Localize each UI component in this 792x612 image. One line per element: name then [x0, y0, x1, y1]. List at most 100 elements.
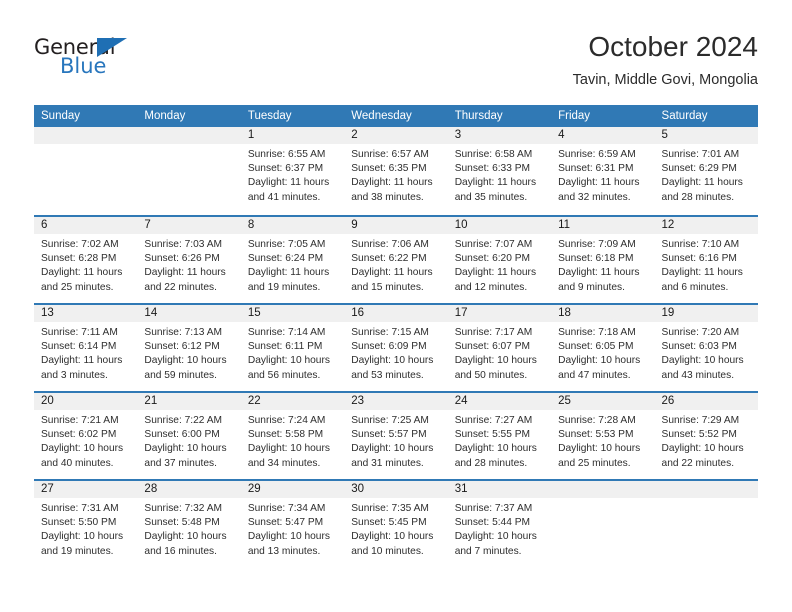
day-number-band: [654, 481, 758, 498]
calendar-day-cell[interactable]: 30 Sunrise: 7:35 AM Sunset: 5:45 PM Dayligh…: [344, 481, 448, 567]
day-sun-info: Sunrise: 7:10 AM Sunset: 6:16 PM Daylight:…: [655, 234, 758, 295]
day-sun-info: Sunrise: 7:35 AM Sunset: 5:45 PM Daylight:…: [344, 498, 447, 559]
weekday-header-saturday: Saturday: [661, 110, 708, 122]
day-number: 26: [661, 395, 675, 407]
weekday-header-wednesday: Wednesday: [351, 110, 412, 122]
day-number-band: 4: [551, 127, 655, 144]
day-sun-info: Sunrise: 7:25 AM Sunset: 5:57 PM Daylight:…: [344, 410, 447, 471]
day-number: 4: [558, 129, 565, 141]
calendar-day-cell[interactable]: 21 Sunrise: 7:22 AM Sunset: 6:00 PM Dayligh…: [137, 393, 241, 479]
sunset-time: Sunset: 6:28 PM: [41, 253, 117, 265]
day-sun-info: Sunrise: 7:37 AM Sunset: 5:44 PM Daylight:…: [448, 498, 551, 559]
sunset-time: Sunset: 6:07 PM: [454, 341, 531, 353]
calendar-day-cell[interactable]: 9 Sunrise: 7:06 AM Sunset: 6:22 PM Daylight…: [344, 217, 448, 303]
day-sun-info: Sunrise: 6:59 AM Sunset: 6:31 PM Daylight:…: [551, 144, 654, 205]
sunrise-time: Sunrise: 7:09 AM: [558, 239, 636, 250]
daylight-duration: Daylight: 10 hours and 7 minutes.: [454, 531, 537, 557]
sunrise-time: Sunrise: 7:20 AM: [661, 327, 740, 338]
day-number-band: 21: [137, 393, 241, 410]
calendar-day-cell[interactable]: 20 Sunrise: 7:21 AM Sunset: 6:02 PM Dayligh…: [34, 393, 138, 479]
day-sun-info: Sunrise: 7:28 AM Sunset: 5:53 PM Daylight:…: [551, 410, 654, 471]
day-number: 1: [247, 129, 255, 141]
day-sun-info: Sunrise: 7:21 AM Sunset: 6:02 PM Daylight:…: [34, 410, 137, 471]
day-sun-info: Sunrise: 7:01 AM Sunset: 6:29 PM Daylight:…: [655, 144, 758, 205]
triangle-icon: [97, 38, 127, 57]
daylight-duration: Daylight: 11 hours and 25 minutes.: [41, 267, 123, 293]
day-number: 19: [661, 307, 675, 319]
calendar-day-cell[interactable]: 25 Sunrise: 7:28 AM Sunset: 5:53 PM Dayligh…: [551, 393, 655, 479]
daylight-duration: Daylight: 11 hours and 38 minutes.: [351, 177, 433, 203]
sunrise-time: Sunrise: 7:14 AM: [247, 327, 326, 338]
day-number-band: 2: [344, 127, 448, 144]
sunrise-time: Sunrise: 7:25 AM: [351, 415, 429, 426]
sunset-time: Sunset: 6:22 PM: [351, 253, 427, 265]
calendar-day-cell[interactable]: 27 Sunrise: 7:31 AM Sunset: 5:50 PM Dayligh…: [34, 481, 138, 567]
sunset-time: Sunset: 5:50 PM: [41, 517, 117, 529]
daylight-duration: Daylight: 10 hours and 22 minutes.: [661, 443, 744, 469]
weekday-header-tuesday: Tuesday: [247, 110, 292, 122]
day-sun-info: Sunrise: 7:02 AM Sunset: 6:28 PM Daylight:…: [34, 234, 137, 295]
daylight-duration: Daylight: 10 hours and 56 minutes.: [247, 355, 330, 381]
calendar-day-cell[interactable]: 12 Sunrise: 7:10 AM Sunset: 6:16 PM Dayligh…: [654, 217, 758, 303]
sunset-time: Sunset: 6:20 PM: [454, 253, 531, 265]
sunrise-time: Sunrise: 7:13 AM: [144, 327, 223, 338]
calendar-day-cell[interactable]: 23 Sunrise: 7:25 AM Sunset: 5:57 PM Dayligh…: [344, 393, 448, 479]
sunset-time: Sunset: 5:45 PM: [351, 517, 427, 529]
sunset-time: Sunset: 5:55 PM: [454, 429, 531, 441]
daylight-duration: Daylight: 11 hours and 3 minutes.: [41, 355, 123, 381]
calendar-day-cell[interactable]: 8 Sunrise: 7:05 AM Sunset: 6:24 PM Daylight…: [240, 217, 345, 303]
day-number: 16: [351, 307, 365, 319]
calendar-day-cell[interactable]: 1 Sunrise: 6:55 AM Sunset: 6:37 PM Daylight…: [240, 127, 345, 215]
day-number-band: 3: [447, 127, 552, 144]
calendar-day-cell[interactable]: 3 Sunrise: 6:58 AM Sunset: 6:33 PM Daylight…: [447, 127, 552, 215]
sunset-time: Sunset: 6:24 PM: [247, 253, 324, 265]
calendar-day-cell[interactable]: 18 Sunrise: 7:18 AM Sunset: 6:05 PM Dayligh…: [551, 305, 655, 391]
sunset-time: Sunset: 6:29 PM: [661, 163, 737, 175]
day-number-band: 12: [654, 217, 758, 234]
sunrise-time: Sunrise: 7:37 AM: [454, 503, 533, 514]
sunrise-time: Sunrise: 7:32 AM: [144, 503, 223, 514]
title-block: October 2024 Tavin, Middle Govi, Mongoli…: [573, 30, 758, 91]
sunrise-time: Sunrise: 7:29 AM: [661, 415, 740, 426]
day-number-band: 11: [551, 217, 655, 234]
weekday-header-sunday: Sunday: [41, 110, 81, 122]
calendar-day-cell[interactable]: 4 Sunrise: 6:59 AM Sunset: 6:31 PM Daylight…: [551, 127, 655, 215]
calendar-day-cell[interactable]: 17 Sunrise: 7:17 AM Sunset: 6:07 PM Dayligh…: [447, 305, 552, 391]
sunrise-time: Sunrise: 6:59 AM: [558, 149, 636, 160]
sunset-time: Sunset: 6:00 PM: [144, 429, 220, 441]
day-sun-info: Sunrise: 7:06 AM Sunset: 6:22 PM Daylight:…: [344, 234, 447, 295]
day-number-band: 1: [240, 127, 345, 144]
calendar-day-cell[interactable]: 13 Sunrise: 7:11 AM Sunset: 6:14 PM Dayligh…: [34, 305, 138, 391]
day-number-band: 25: [551, 393, 655, 410]
daylight-duration: Daylight: 11 hours and 28 minutes.: [661, 177, 743, 203]
day-number: 11: [558, 219, 571, 231]
calendar-day-cell[interactable]: 24 Sunrise: 7:27 AM Sunset: 5:55 PM Dayligh…: [447, 393, 552, 479]
calendar-day-cell[interactable]: 19 Sunrise: 7:20 AM Sunset: 6:03 PM Dayligh…: [654, 305, 758, 391]
calendar-day-cell[interactable]: 10 Sunrise: 7:07 AM Sunset: 6:20 PM Dayligh…: [447, 217, 552, 303]
calendar-day-cell[interactable]: 26 Sunrise: 7:29 AM Sunset: 5:52 PM Dayligh…: [654, 393, 758, 479]
calendar-day-cell[interactable]: 5 Sunrise: 7:01 AM Sunset: 6:29 PM Daylight…: [654, 127, 758, 215]
calendar-day-cell[interactable]: 29 Sunrise: 7:34 AM Sunset: 5:47 PM Dayligh…: [240, 481, 345, 567]
calendar-day-cell[interactable]: 11 Sunrise: 7:09 AM Sunset: 6:18 PM Dayligh…: [551, 217, 655, 303]
day-number: 8: [247, 219, 255, 231]
sunrise-time: Sunrise: 7:18 AM: [558, 327, 636, 338]
calendar-day-cell[interactable]: 7 Sunrise: 7:03 AM Sunset: 6:26 PM Daylight…: [137, 217, 241, 303]
page-title: October 2024: [588, 31, 758, 62]
day-number: 17: [454, 307, 468, 319]
calendar-day-cell[interactable]: 28 Sunrise: 7:32 AM Sunset: 5:48 PM Dayligh…: [137, 481, 241, 567]
calendar-day-cell[interactable]: 16 Sunrise: 7:15 AM Sunset: 6:09 PM Dayligh…: [344, 305, 448, 391]
calendar-day-cell[interactable]: 31 Sunrise: 7:37 AM Sunset: 5:44 PM Dayligh…: [447, 481, 552, 567]
calendar-day-cell[interactable]: 14 Sunrise: 7:13 AM Sunset: 6:12 PM Dayligh…: [137, 305, 241, 391]
sunrise-time: Sunrise: 7:03 AM: [144, 239, 223, 250]
calendar-day-cell[interactable]: 22 Sunrise: 7:24 AM Sunset: 5:58 PM Dayligh…: [240, 393, 345, 479]
daylight-duration: Daylight: 10 hours and 10 minutes.: [351, 531, 434, 557]
calendar-day-cell[interactable]: 2 Sunrise: 6:57 AM Sunset: 6:35 PM Daylight…: [344, 127, 448, 215]
day-number: 27: [41, 483, 54, 495]
daylight-duration: Daylight: 10 hours and 50 minutes.: [454, 355, 537, 381]
day-number: 20: [41, 395, 54, 407]
daylight-duration: Daylight: 10 hours and 25 minutes.: [558, 443, 641, 469]
calendar-day-cell[interactable]: 6 Sunrise: 7:02 AM Sunset: 6:28 PM Daylight…: [34, 217, 138, 303]
calendar-day-cell[interactable]: 15 Sunrise: 7:14 AM Sunset: 6:11 PM Dayligh…: [240, 305, 345, 391]
day-number-band: 5: [654, 127, 758, 144]
day-sun-info: Sunrise: 7:31 AM Sunset: 5:50 PM Daylight:…: [34, 498, 137, 559]
